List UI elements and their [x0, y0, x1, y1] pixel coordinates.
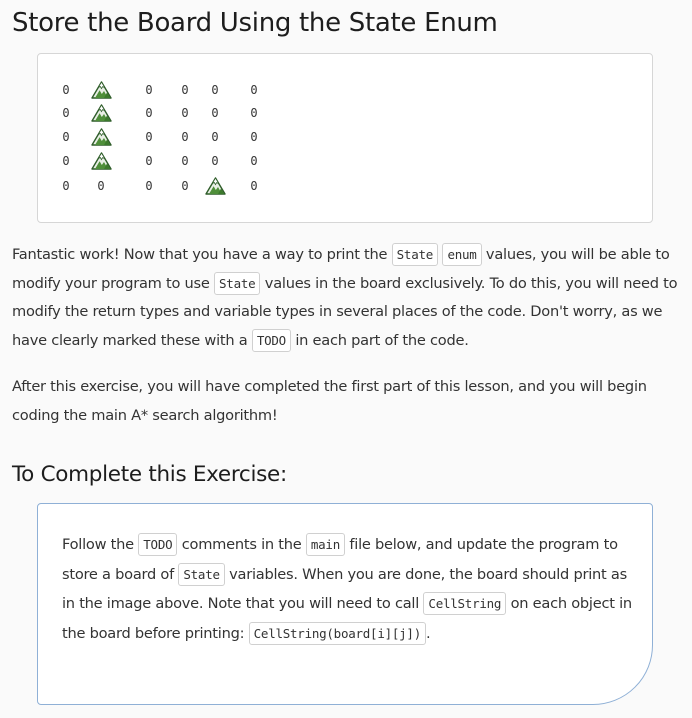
mountain-icon	[90, 152, 112, 170]
board-row: 0 0 0 0 0	[38, 125, 652, 149]
board-cell-empty: 0	[145, 130, 153, 144]
board-cell-obstacle	[90, 78, 112, 102]
text: comments in the	[177, 536, 306, 553]
board-cell-empty: 0	[145, 106, 153, 120]
text: .	[425, 624, 431, 642]
board-cell-empty: 0	[181, 154, 189, 168]
text: Fantastic work! Now that you have a way …	[12, 246, 392, 263]
board-cell-empty: 0	[211, 154, 219, 168]
board-row: 0 0 0 0 0	[38, 101, 652, 125]
board-cell-empty: 0	[97, 179, 105, 193]
board-cell-empty: 0	[181, 179, 189, 193]
board-cell-empty: 0	[211, 106, 219, 120]
mountain-icon	[90, 104, 112, 122]
exercise-box: Follow the TODO comments in the main fil…	[37, 503, 653, 705]
code-todo: TODO	[138, 533, 178, 556]
board-cell-empty: 0	[145, 154, 153, 168]
board-cell-empty: 0	[62, 106, 70, 120]
text: in each part of the code.	[290, 331, 469, 349]
code-state: State	[214, 271, 261, 295]
board-cell-empty: 0	[62, 130, 70, 144]
board-cell-empty: 0	[211, 130, 219, 144]
board-output: 0 0 0 0 0 0 0 0 0 0 0 0 0 0 0 0 0 0 0 0 0 0 0 0 0	[37, 53, 653, 223]
board-cell-empty: 0	[145, 83, 153, 97]
board-cell-obstacle	[204, 174, 226, 198]
board-cell-empty: 0	[181, 130, 189, 144]
board-cell-empty: 0	[181, 106, 189, 120]
page-title: Store the Board Using the State Enum	[12, 8, 498, 38]
board-row: 0 0 0 0 0	[38, 149, 652, 173]
board-cell-obstacle	[90, 101, 112, 125]
board-cell-empty: 0	[62, 83, 70, 97]
code-state: State	[391, 243, 439, 266]
board-cell-empty: 0	[145, 179, 153, 193]
board-cell-empty: 0	[250, 179, 258, 193]
code-main: main	[305, 533, 345, 556]
exercise-instructions: Follow the TODO comments in the main fil…	[62, 530, 632, 648]
board-row: 0 0 0 0 0	[38, 78, 652, 102]
summary-paragraph: After this exercise, you will have compl…	[12, 378, 647, 424]
board-cell-empty: 0	[181, 83, 189, 97]
text: Follow the	[62, 536, 139, 553]
code-todo: TODO	[251, 328, 291, 352]
mountain-icon	[90, 128, 112, 146]
board-cell-empty: 0	[211, 83, 219, 97]
board-cell-empty: 0	[250, 130, 258, 144]
board-cell-empty: 0	[62, 154, 70, 168]
mountain-icon	[90, 81, 112, 99]
board-cell-empty: 0	[250, 83, 258, 97]
code-enum: enum	[442, 243, 482, 266]
board-cell-obstacle	[90, 149, 112, 173]
code-cellstring: CellString	[423, 592, 507, 615]
board-row: 0 0 0 0 0	[38, 174, 652, 198]
section-heading: To Complete this Exercise:	[12, 462, 287, 487]
board-cell-empty: 0	[62, 179, 70, 193]
board-cell-empty: 0	[250, 154, 258, 168]
board-cell-obstacle	[90, 125, 112, 149]
lesson-page: Store the Board Using the State Enum 000…	[0, 0, 692, 718]
code-cellstring-call: CellString(board[i][j])	[248, 621, 426, 645]
intro-paragraph: Fantastic work! Now that you have a way …	[12, 241, 684, 355]
mountain-icon	[204, 177, 226, 195]
code-state: State	[178, 562, 225, 586]
board-cell-empty: 0	[250, 106, 258, 120]
